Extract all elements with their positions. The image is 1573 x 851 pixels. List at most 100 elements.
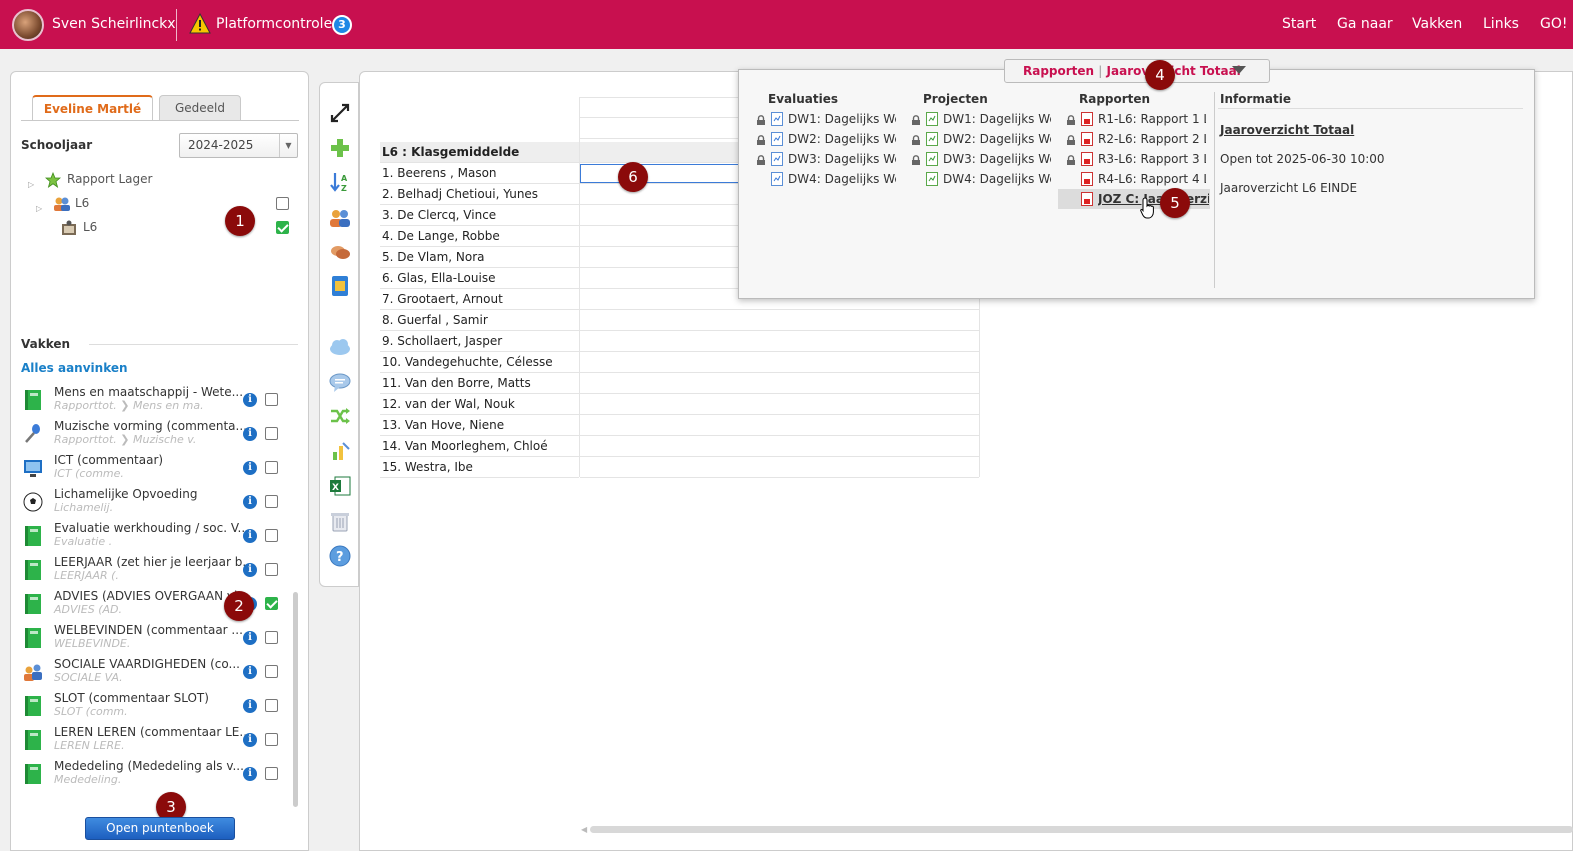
student-name[interactable]: 3. De Clercq, Vince [380,205,579,226]
subject-checkbox[interactable] [265,733,278,746]
subject-checkbox[interactable] [265,495,278,508]
horizontal-scrollbar[interactable] [590,826,1573,833]
scrollbar[interactable] [293,592,298,807]
chevron-down-icon[interactable] [1232,66,1246,75]
student-cell[interactable] [580,310,979,331]
popup-item-evaluaties[interactable]: DW2: Dagelijks Wer [788,130,896,148]
info-icon[interactable]: i [243,563,257,577]
help-icon[interactable]: ? [329,545,351,567]
tab-eveline[interactable]: Eveline Martlé [32,95,153,121]
subject-checkbox[interactable] [265,529,278,542]
info-icon[interactable]: i [243,767,257,781]
popup-item-rapporten[interactable]: R2-L6: Rapport 2 L6 [1098,130,1206,148]
subject-title[interactable]: Mededeling (Mededeling als v... [54,759,244,773]
popup-item-projecten[interactable]: DW4: Dagelijks Wer [943,170,1051,188]
check-all-link[interactable]: Alles aanvinken [21,361,128,375]
subject-checkbox[interactable] [265,631,278,644]
subject-checkbox[interactable] [265,393,278,406]
info-icon[interactable]: i [243,665,257,679]
info-icon[interactable]: i [243,631,257,645]
student-cell[interactable] [580,373,979,394]
report-icon[interactable] [329,275,351,297]
student-cell[interactable] [580,436,979,457]
student-name[interactable]: 10. Vandegehuchte, Célesse [380,352,579,373]
student-name[interactable]: 8. Guerfal , Samir [380,310,579,331]
subject-title[interactable]: ICT (commentaar) [54,453,163,467]
expand-icon[interactable]: ▷ [36,204,42,213]
notification-badge[interactable]: 3 [332,15,352,35]
student-name[interactable]: 14. Van Moorleghem, Chloé [380,436,579,457]
subject-title[interactable]: SLOT (commentaar SLOT) [54,691,209,705]
student-name[interactable]: 15. Westra, Ibe [380,457,579,478]
info-icon[interactable]: i [243,495,257,509]
subject-checkbox[interactable] [265,461,278,474]
student-name[interactable]: 9. Schollaert, Jasper [380,331,579,352]
info-icon[interactable]: i [243,393,257,407]
popup-item-evaluaties[interactable]: DW4: Dagelijks Wer [788,170,896,188]
nav-links[interactable]: Links [1483,16,1519,32]
subject-title[interactable]: Lichamelijke Opvoeding [54,487,197,501]
student-name[interactable]: 6. Glas, Ella-Louise [380,268,579,289]
add-icon[interactable] [329,137,351,159]
popup-head-left[interactable]: Rapporten [1023,64,1094,78]
student-name[interactable]: 2. Belhadj Chetioui, Yunes [380,184,579,205]
trash-icon[interactable] [329,510,351,532]
info-icon[interactable]: i [243,733,257,747]
chart-icon[interactable] [329,440,351,462]
platform-check-link[interactable]: Platformcontrole [216,16,332,32]
shuffle-icon[interactable] [329,405,351,427]
subject-title[interactable]: Mens en maatschappij - Wete... [54,385,243,399]
subject-checkbox[interactable] [265,427,278,440]
group-l6-checkbox[interactable] [276,197,289,210]
subject-checkbox[interactable] [265,563,278,576]
students-icon[interactable] [329,207,351,229]
handshake-icon[interactable] [329,241,351,263]
chevron-down-icon[interactable]: ▼ [279,134,297,157]
subject-title[interactable]: Evaluatie werkhouding / soc. V... [54,521,249,535]
student-name[interactable]: 7. Grootaert, Arnout [380,289,579,310]
expand-icon[interactable]: ▷ [28,180,34,189]
avatar[interactable] [12,9,44,41]
sort-icon[interactable]: A Z [329,171,351,193]
info-icon[interactable]: i [243,461,257,475]
subject-title[interactable]: WELBEVINDEN (commentaar ... [54,623,243,637]
subject-title[interactable]: Muzische vorming (commenta... [54,419,247,433]
open-puntenboek-button[interactable]: Open puntenboek [85,817,235,840]
cloud-icon[interactable] [329,336,351,358]
subject-title[interactable]: SOCIALE VAARDIGHEDEN (co... [54,657,240,671]
popup-item-projecten[interactable]: DW2: Dagelijks Wer [943,130,1051,148]
excel-icon[interactable]: X [329,475,351,497]
subject-checkbox[interactable] [265,665,278,678]
popup-item-evaluaties[interactable]: DW3: Dagelijks Wer [788,150,896,168]
tree-group-l6[interactable]: L6 [75,196,89,210]
username[interactable]: Sven Scheirlinckx [52,16,176,32]
popup-item-projecten[interactable]: DW3: Dagelijks Wer [943,150,1051,168]
nav-ga-naar[interactable]: Ga naar [1337,16,1393,32]
subject-title[interactable]: ADVIES (ADVIES OVERGAAN vi... [54,589,249,603]
popup-item-projecten[interactable]: DW1: Dagelijks Wer [943,110,1051,128]
student-name[interactable]: 12. van der Wal, Nouk [380,394,579,415]
student-cell[interactable] [580,352,979,373]
popup-item-rapporten[interactable]: R3-L6: Rapport 3 L6 [1098,150,1206,168]
student-name[interactable]: 13. Van Hove, Niene [380,415,579,436]
student-name[interactable]: 11. Van den Borre, Matts [380,373,579,394]
nav-go[interactable]: GO! [1540,16,1567,32]
subject-checkbox[interactable] [265,597,278,610]
student-cell[interactable] [580,415,979,436]
info-icon[interactable]: i [243,529,257,543]
subject-title[interactable]: LEERJAAR (zet hier je leerjaar b... [54,555,254,569]
subject-checkbox[interactable] [265,767,278,780]
popup-item-rapporten[interactable]: R4-L6: Rapport 4 L6 [1098,170,1206,188]
reports-dropdown[interactable]: Rapporten | Jaaroverzicht Totaal [1004,59,1270,83]
tab-gedeeld[interactable]: Gedeeld [159,95,241,121]
subject-checkbox[interactable] [265,699,278,712]
comment-icon[interactable] [329,371,351,393]
expand-icon[interactable] [329,102,351,124]
warning-icon[interactable] [189,13,211,35]
info-icon[interactable]: i [243,427,257,441]
info-icon[interactable]: i [243,699,257,713]
popup-item-rapporten[interactable]: R1-L6: Rapport 1 L6 [1098,110,1206,128]
popup-item-evaluaties[interactable]: DW1: Dagelijks Wer [788,110,896,128]
info-title[interactable]: Jaaroverzicht Totaal [1220,123,1354,137]
nav-start[interactable]: Start [1282,16,1316,32]
